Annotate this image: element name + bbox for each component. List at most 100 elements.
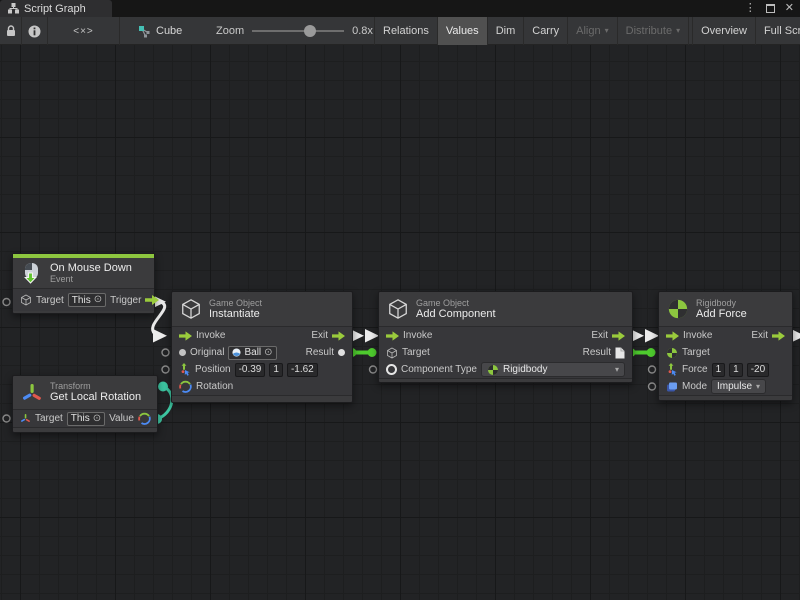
graph-tab-icon bbox=[8, 3, 19, 14]
fullscreen-button[interactable]: Full Screen bbox=[756, 17, 800, 45]
flow-arrow-icon[interactable] bbox=[772, 331, 785, 341]
carry-button[interactable]: Carry bbox=[524, 17, 568, 45]
values-button[interactable]: Values bbox=[438, 17, 488, 45]
zoom-control: Zoom 0.8x bbox=[216, 17, 373, 45]
mode-dropdown[interactable]: Impulse ▾ bbox=[711, 379, 766, 394]
node-get-local-rotation[interactable]: Transform Get Local Rotation Target bbox=[12, 375, 158, 433]
position-z-field[interactable]: -1.62 bbox=[287, 363, 318, 377]
port-label: Invoke bbox=[196, 330, 225, 341]
script-graph-icon bbox=[138, 25, 151, 38]
port-label: Target bbox=[35, 413, 63, 424]
lock-button[interactable] bbox=[0, 17, 22, 45]
port-label: Result bbox=[583, 347, 611, 358]
value-port-icon[interactable] bbox=[179, 349, 186, 356]
transform-icon bbox=[21, 382, 43, 404]
game-object-icon bbox=[180, 298, 202, 320]
flow-arrow-icon[interactable] bbox=[179, 331, 192, 341]
wire-value-to-rotation[interactable] bbox=[157, 387, 172, 420]
row-rotation: Rotation bbox=[172, 378, 352, 395]
relations-button[interactable]: Relations bbox=[375, 17, 438, 45]
wire-arrow[interactable] bbox=[365, 329, 379, 343]
node-title: Get Local Rotation bbox=[50, 391, 141, 404]
overview-button[interactable]: Overview bbox=[692, 17, 756, 45]
node-subtitle: Event bbox=[50, 274, 132, 284]
flow-arrow-icon[interactable] bbox=[145, 295, 159, 305]
node-kind: Transform bbox=[50, 381, 141, 391]
tab-script-graph[interactable]: Script Graph bbox=[0, 0, 112, 17]
menu-kebab-icon[interactable]: ⋮ bbox=[745, 0, 756, 17]
flow-arrow-icon[interactable] bbox=[612, 331, 625, 341]
node-kind: Rigidbody bbox=[696, 298, 747, 308]
port-label: Exit bbox=[751, 330, 768, 341]
titlebar: Script Graph ⋮ ✕ bbox=[0, 0, 800, 17]
zoom-slider-handle[interactable] bbox=[304, 25, 316, 37]
original-object-field[interactable]: Ball ⊙ bbox=[228, 346, 276, 360]
node-title: Add Force bbox=[696, 308, 747, 321]
port-label: Position bbox=[195, 364, 231, 375]
row-target-trigger: Target This ⊙ Trigger bbox=[13, 289, 154, 311]
maximize-icon[interactable] bbox=[766, 4, 775, 13]
object-picker-icon[interactable]: ⊙ bbox=[93, 414, 101, 424]
game-object-icon bbox=[387, 298, 409, 320]
zoom-label: Zoom bbox=[216, 25, 244, 37]
object-picker-icon[interactable]: ⊙ bbox=[94, 295, 102, 305]
rigidbody-icon bbox=[667, 298, 689, 320]
code-icon: <×> bbox=[73, 26, 94, 37]
component-type-dropdown[interactable]: Rigidbody ▾ bbox=[481, 362, 625, 377]
port-label: Invoke bbox=[403, 330, 432, 341]
wire-arrow bbox=[153, 329, 167, 343]
flow-arrow-icon[interactable] bbox=[386, 331, 399, 341]
value-port-icon[interactable] bbox=[338, 349, 345, 356]
quaternion-icon[interactable] bbox=[138, 412, 151, 425]
port-label: Exit bbox=[311, 330, 328, 341]
port-position-instantiate[interactable] bbox=[162, 366, 169, 373]
object-picker-icon[interactable]: ⊙ bbox=[264, 348, 272, 358]
document-icon[interactable] bbox=[615, 347, 625, 359]
node-kind: Game Object bbox=[209, 298, 262, 308]
zoom-slider[interactable] bbox=[252, 17, 344, 45]
inspector-button[interactable] bbox=[22, 17, 48, 45]
node-on-mouse-down[interactable]: On Mouse Down Event Target This ⊙ Trigge… bbox=[12, 253, 155, 314]
enum-icon bbox=[666, 381, 678, 393]
force-x-field[interactable]: 1 bbox=[712, 363, 726, 377]
caret-down-icon: ▾ bbox=[756, 383, 760, 391]
game-object-icon bbox=[386, 347, 398, 359]
row-position: Position -0.39 1 -1.62 bbox=[172, 361, 352, 378]
port-label: Component Type bbox=[401, 364, 477, 375]
port-original-instantiate[interactable] bbox=[162, 349, 169, 356]
port-component-type-add-component[interactable] bbox=[370, 366, 377, 373]
preview-code-button[interactable]: <×> bbox=[48, 17, 120, 45]
port-mode-add-force[interactable] bbox=[649, 383, 656, 390]
port-label: Result bbox=[306, 347, 334, 358]
lock-icon bbox=[6, 25, 16, 37]
wire-arrow[interactable] bbox=[645, 329, 659, 343]
force-z-field[interactable]: -20 bbox=[747, 363, 769, 377]
node-instantiate[interactable]: Game Object Instantiate Invoke Exit Orig… bbox=[171, 291, 353, 403]
force-y-field[interactable]: 1 bbox=[729, 363, 743, 377]
target-object-field[interactable]: This ⊙ bbox=[68, 293, 106, 307]
dim-button[interactable]: Dim bbox=[488, 17, 525, 45]
caret-down-icon: ▾ bbox=[615, 366, 619, 374]
row-force: Force 1 1 -20 bbox=[659, 361, 792, 378]
node-add-component[interactable]: Game Object Add Component Invoke Exit bbox=[378, 291, 633, 383]
position-x-field[interactable]: -0.39 bbox=[235, 363, 266, 377]
move-icon bbox=[179, 363, 191, 376]
node-add-force[interactable]: Rigidbody Add Force Invoke Exit bbox=[658, 291, 793, 401]
position-y-field[interactable]: 1 bbox=[269, 363, 283, 377]
breadcrumb[interactable]: Cube bbox=[138, 17, 182, 45]
target-object-field[interactable]: This ⊙ bbox=[67, 412, 105, 426]
port-target-on-mouse-down[interactable] bbox=[3, 299, 10, 306]
graph-canvas[interactable]: On Mouse Down Event Target This ⊙ Trigge… bbox=[0, 45, 800, 600]
row-target: Target bbox=[659, 344, 792, 361]
window-controls: ⋮ ✕ bbox=[745, 0, 794, 17]
port-target-get-local-rotation[interactable] bbox=[3, 415, 10, 422]
port-force-add-force[interactable] bbox=[649, 366, 656, 373]
node-title: Add Component bbox=[416, 308, 496, 321]
port-label: Rotation bbox=[196, 381, 233, 392]
close-icon[interactable]: ✕ bbox=[785, 0, 794, 17]
flow-arrow-icon[interactable] bbox=[666, 331, 679, 341]
caret-down-icon: ▾ bbox=[676, 27, 680, 35]
flow-arrow-icon[interactable] bbox=[332, 331, 345, 341]
zoom-value: 0.8x bbox=[352, 25, 373, 37]
type-port-icon[interactable] bbox=[386, 364, 397, 375]
